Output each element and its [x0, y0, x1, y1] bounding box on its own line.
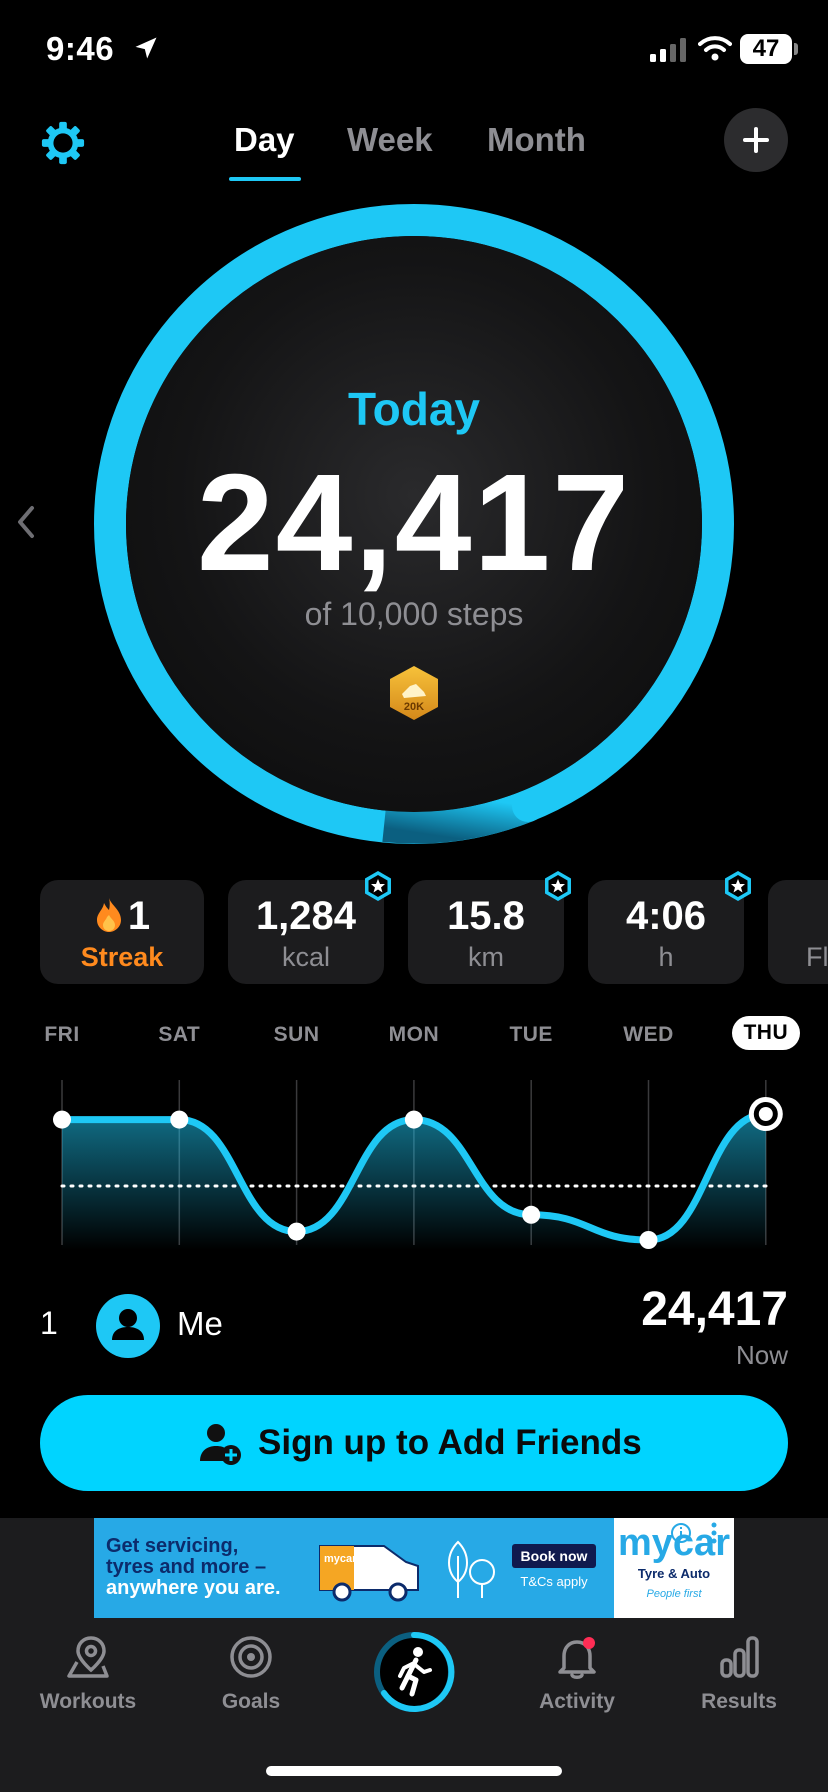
- status-time: 9:46: [46, 30, 115, 67]
- tab-goals[interactable]: Goals: [171, 1632, 331, 1714]
- tab-activity[interactable]: Activity: [497, 1632, 657, 1714]
- tab-month[interactable]: Month: [487, 121, 586, 159]
- add-person-icon: [200, 1424, 241, 1465]
- duration-unit: h: [658, 942, 674, 972]
- streak-value-row: 1: [40, 894, 204, 939]
- star-badge-icon: [725, 871, 751, 901]
- person-icon: [112, 1309, 144, 1340]
- steps-area: [62, 1114, 766, 1250]
- battery-indicator: 47: [740, 34, 792, 64]
- star-badge-icon: [365, 871, 391, 901]
- tab-results[interactable]: Results: [659, 1632, 819, 1714]
- avatar[interactable]: [96, 1294, 160, 1358]
- notification-dot: [583, 1637, 595, 1649]
- steps-count: 24,417: [196, 446, 632, 600]
- day-label-tue[interactable]: TUE: [496, 1023, 566, 1047]
- target-icon: [230, 1636, 272, 1678]
- streak-value: 1: [127, 894, 151, 938]
- streak-card[interactable]: 1 Streak: [40, 880, 204, 984]
- distance-card[interactable]: 15.8 km: [408, 871, 571, 984]
- distance-unit: km: [468, 942, 504, 972]
- tab-results-label: Results: [701, 1690, 777, 1713]
- leaderboard-rank: 1: [40, 1305, 58, 1341]
- duration-card[interactable]: 4:06 h: [588, 871, 751, 984]
- bar-chart-icon: [720, 1636, 759, 1678]
- flame-icon: [96, 898, 121, 932]
- bottom-tab-bar: Workouts Goals Activity Results: [0, 1618, 828, 1792]
- tab-workouts-label: Workouts: [39, 1690, 137, 1713]
- ad-line-1: Get servicing,: [106, 1535, 239, 1557]
- badge-20k-label: 20K: [404, 701, 424, 713]
- badge-20k-icon[interactable]: 20K: [388, 664, 440, 722]
- day-point-tue[interactable]: [522, 1205, 541, 1224]
- day-label-sat[interactable]: SAT: [144, 1023, 214, 1047]
- day-label-sun[interactable]: SUN: [262, 1023, 332, 1047]
- ad-line-3: anywhere you are.: [106, 1577, 281, 1599]
- day-label-mon[interactable]: MON: [379, 1023, 449, 1047]
- cellular-signal-icon: [650, 38, 686, 62]
- ad-subline: People first: [646, 1588, 702, 1600]
- ad-line-2: tyres and more –: [106, 1556, 267, 1578]
- star-badge-icon: [545, 871, 571, 901]
- tab-activity-label: Activity: [539, 1690, 615, 1713]
- leaderboard-name: Me: [177, 1305, 223, 1342]
- day-point-mon[interactable]: [404, 1110, 423, 1129]
- week-steps-chart: FRI SAT SUN MON TUE WED THU: [0, 1010, 828, 1250]
- home-indicator: [266, 1766, 562, 1776]
- battery-tip: [794, 43, 798, 55]
- bell-icon: [558, 1637, 596, 1679]
- ad-book-now-button[interactable]: Book now: [512, 1544, 596, 1568]
- day-point-fri[interactable]: [53, 1110, 71, 1129]
- calories-card[interactable]: 1,284 kcal: [228, 871, 391, 984]
- walking-icon[interactable]: [372, 1630, 456, 1714]
- ad-strip: Get servicing, tyres and more – anywhere…: [0, 1518, 828, 1618]
- floors-card[interactable]: Fl: [768, 880, 828, 984]
- tab-workouts[interactable]: Workouts: [8, 1632, 168, 1714]
- day-label-thu[interactable]: THU: [731, 1016, 800, 1050]
- map-pin-icon: [67, 1636, 109, 1678]
- status-bar: 9:46 47: [0, 0, 828, 100]
- tab-week[interactable]: Week: [347, 121, 433, 159]
- tab-day[interactable]: Day: [234, 121, 295, 159]
- ad-terms: T&Cs apply: [520, 1574, 588, 1589]
- streak-label: Streak: [80, 942, 164, 972]
- leaderboard-steps: 24,417: [641, 1283, 788, 1336]
- day-point-wed[interactable]: [639, 1231, 658, 1249]
- wifi-icon: [698, 36, 732, 61]
- distance-value: 15.8: [447, 894, 525, 938]
- duration-value: 4:06: [625, 894, 707, 938]
- van-icon: mycar to you: [319, 1545, 419, 1602]
- leaderboard-time: Now: [735, 1340, 788, 1370]
- day-label-wed[interactable]: WED: [614, 1023, 684, 1047]
- sign-up-add-friends-button[interactable]: Sign up to Add Friends: [40, 1395, 788, 1491]
- ring-period-label: Today: [347, 383, 481, 435]
- current-day-point-center: [758, 1107, 773, 1121]
- calories-unit: kcal: [281, 942, 330, 972]
- day-point-sun[interactable]: [287, 1222, 306, 1241]
- steps-goal-text: of 10,000 steps: [304, 596, 524, 632]
- steps-progress-ring: Today 24,417 of 10,000 steps 20K: [94, 204, 734, 844]
- day-point-sat[interactable]: [170, 1110, 189, 1129]
- tree-icon: [448, 1540, 495, 1598]
- plus-icon: [743, 127, 769, 153]
- calories-value: 1,284: [255, 894, 357, 938]
- period-tabs: Day Week Month: [0, 115, 828, 185]
- ad-more-icon[interactable]: [710, 1522, 718, 1544]
- ad-info-icon[interactable]: [670, 1522, 692, 1544]
- stats-row: 1 Streak 1,284 kcal 15.8 km 4:06 h Fl: [0, 871, 828, 984]
- location-arrow-icon: [135, 37, 157, 59]
- ad-banner[interactable]: Get servicing, tyres and more – anywhere…: [94, 1518, 734, 1618]
- ad-van-text: mycar to you: [324, 1553, 392, 1565]
- active-tab-indicator: [229, 177, 301, 181]
- sign-up-label: Sign up to Add Friends: [258, 1423, 642, 1462]
- week-line-chart: [53, 1080, 783, 1250]
- day-label-fri[interactable]: FRI: [27, 1023, 97, 1047]
- chevron-left-icon[interactable]: [12, 502, 38, 542]
- ad-headline: Get servicing, tyres and more – anywhere…: [106, 1536, 296, 1599]
- add-button[interactable]: [724, 108, 788, 172]
- ad-tagline: Tyre & Auto: [637, 1566, 711, 1581]
- tab-goals-label: Goals: [221, 1690, 281, 1713]
- floors-unit: Fl: [806, 942, 828, 972]
